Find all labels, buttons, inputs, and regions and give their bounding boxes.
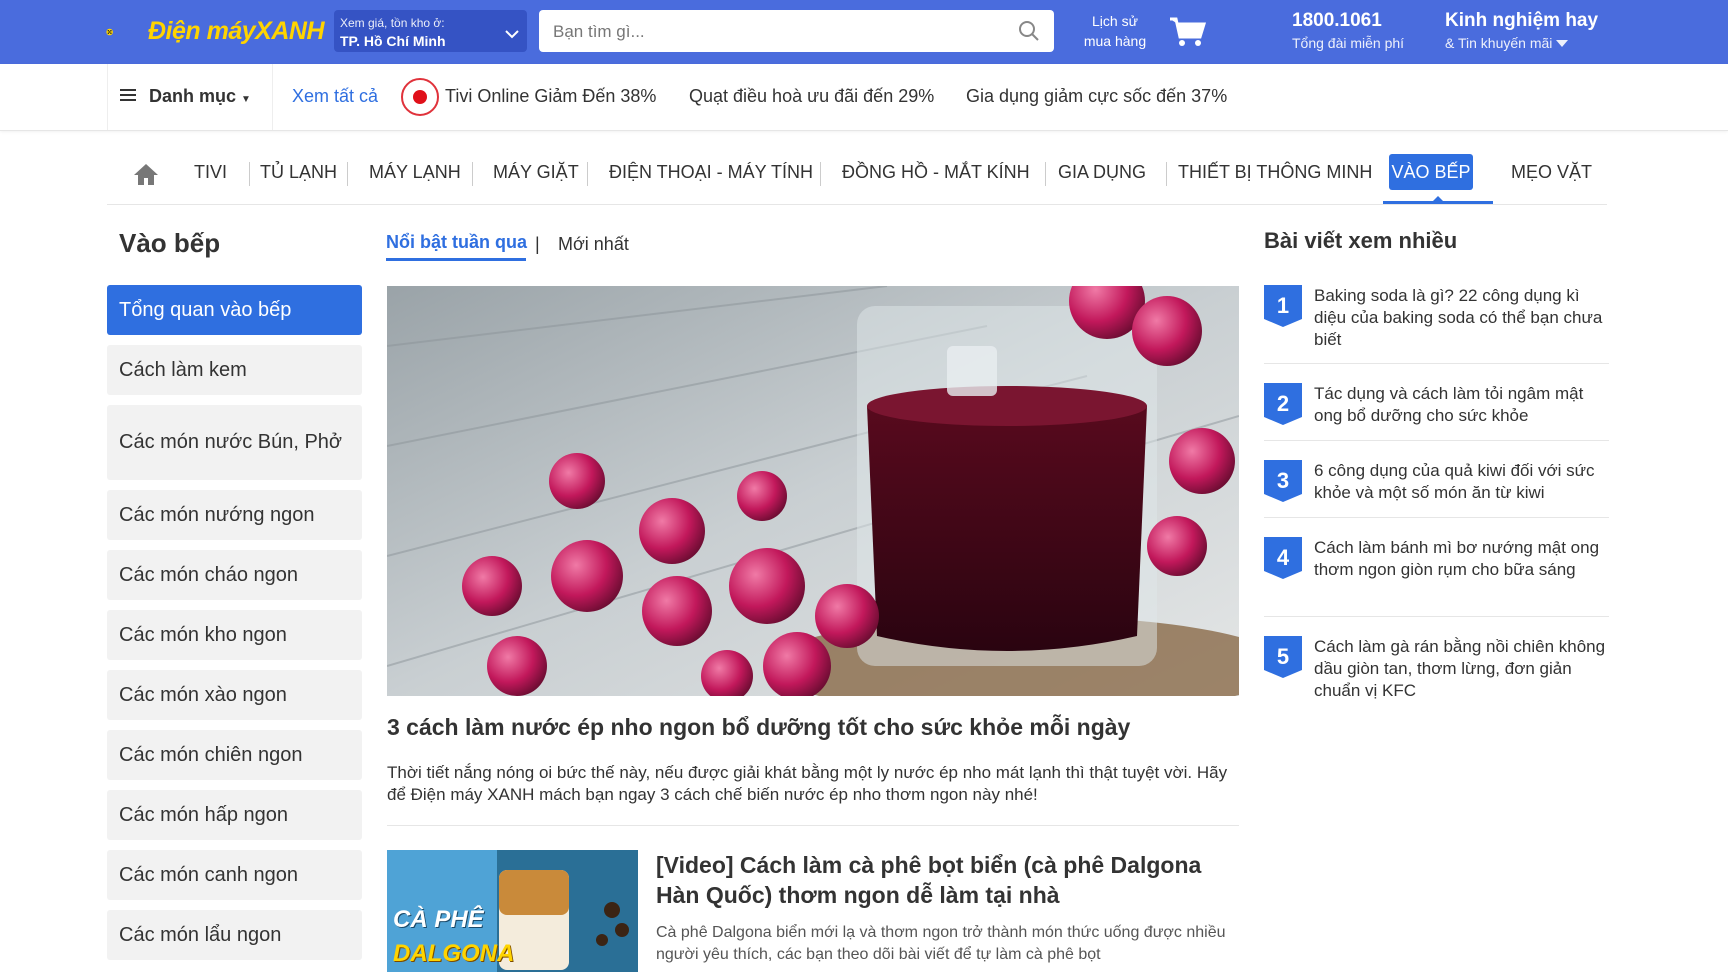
main-article-title[interactable]: 3 cách làm nước ép nho ngon bổ dưỡng tốt… [387,714,1130,741]
category-menu-label: Danh mục ▼ [149,86,251,106]
promo-link-1[interactable]: Tivi Online Giảm Đến 38% [445,86,656,107]
popular-title: Bài viết xem nhiều [1264,228,1458,253]
grape-juice-illustration [387,286,1239,696]
sidebar-item-soup[interactable]: Các món canh ngon [107,850,362,900]
rank-badge-icon: 3 [1264,460,1302,502]
sidebar-title: Vào bếp [119,228,221,258]
rank-badge-icon: 5 [1264,636,1302,678]
rank-number: 5 [1277,644,1289,669]
sidebar-item-noodle-soup[interactable]: Các món nước Bún, Phở [107,405,362,480]
second-article-thumbnail[interactable]: CÀ PHÊ DALGONA [387,850,638,972]
menu-icon [120,89,136,101]
search-box[interactable] [539,10,1054,54]
see-all-link[interactable]: Xem tất cả [292,86,378,107]
order-history-link[interactable]: Lịch sử mua hàng [1080,11,1150,51]
rank-number: 3 [1277,468,1289,493]
sidebar-item-fried[interactable]: Các món chiên ngon [107,730,362,780]
rank-badge-icon: 2 [1264,383,1302,425]
logo-text[interactable]: Điện máyXANH [148,17,325,46]
popular-item-text[interactable]: Baking soda là gì? 22 công dụng kì diệu … [1314,285,1609,351]
hotline[interactable]: 1800.1061 Tổng đài miễn phí [1292,10,1404,51]
promo-link-2[interactable]: Quạt điều hoà ưu đãi đến 29% [689,86,934,107]
tab-separator: | [535,234,540,254]
sidebar-item-hotpot[interactable]: Các món lẩu ngon [107,910,362,960]
location-value: TP. Hồ Chí Minh [340,33,446,49]
nav-separator [820,162,821,186]
thumb-text-1: CÀ PHÊ [393,906,484,933]
thumb-text-2: DALGONA [393,940,515,967]
rank-number: 2 [1277,391,1289,416]
nav-dien-thoai[interactable]: ĐIỆN THOẠI - MÁY TÍNH [609,162,813,183]
nav-separator [472,162,473,186]
sidebar-item-porridge[interactable]: Các món cháo ngon [107,550,362,600]
rank-number: 1 [1277,293,1289,318]
rank-badge-icon: 1 [1264,285,1302,327]
nav-separator [1166,162,1167,186]
nav-may-lanh[interactable]: MÁY LẠNH [369,162,461,183]
nav-meo-vat[interactable]: MẸO VẶT [1511,162,1592,183]
location-caption: Xem giá, tồn kho ở: [340,16,445,30]
tab-featured[interactable]: Nổi bật tuần qua [386,232,527,253]
experience-menu[interactable]: Kinh nghiệm hay & Tin khuyến mãi [1445,10,1598,51]
nav-dong-ho[interactable]: ĐỒNG HỒ - MẮT KÍNH [842,162,1030,183]
category-menu-button[interactable]: Danh mục ▼ [107,64,273,130]
popular-divider [1264,363,1609,364]
nav-vao-bep[interactable]: VÀO BẾP [1389,154,1473,190]
nav-separator [1045,162,1046,186]
hotline-caption: Tổng đài miễn phí [1292,35,1405,51]
popular-item-text[interactable]: 6 công dụng của quả kiwi đối với sức khỏ… [1314,460,1609,504]
experience-sub: & Tin khuyến mãi [1445,35,1598,51]
nav-tivi[interactable]: TIVI [194,162,227,183]
rank-badge-icon: 4 [1264,537,1302,579]
search-icon[interactable] [1018,20,1040,42]
caret-down-icon [1556,40,1569,47]
popular-divider [1264,517,1609,518]
popular-item-text[interactable]: Tác dụng và cách làm tỏi ngâm mật ong bổ… [1314,383,1609,427]
popular-divider [1264,616,1609,617]
nav-tu-lanh[interactable]: TỦ LẠNH [260,162,337,183]
sidebar-item-steamed[interactable]: Các món hấp ngon [107,790,362,840]
sidebar-item-overview[interactable]: Tổng quan vào bếp [107,285,362,335]
second-article-summary: Cà phê Dalgona biển mới lạ và thơm ngon … [656,924,1226,963]
popular-item-text[interactable]: Cách làm gà rán bằng nồi chiên không dầu… [1314,636,1609,702]
nav-separator [249,162,250,186]
nav-separator [587,162,588,186]
location-selector[interactable]: Xem giá, tồn kho ở: TP. Hồ Chí Minh [334,10,527,52]
sidebar-item-ice-cream[interactable]: Cách làm kem [107,345,362,395]
promo-link-3[interactable]: Gia dụng giảm cực sốc đến 37% [966,86,1227,107]
history-line1: Lịch sử [1092,13,1138,29]
nav-gia-dung[interactable]: GIA DỤNG [1058,162,1146,183]
nav-active-pointer [1432,196,1444,202]
history-line2: mua hàng [1083,33,1147,49]
second-article-title[interactable]: [Video] Cách làm cà phê bọt biển (cà phê… [656,850,1236,910]
experience-title: Kinh nghiệm hay [1445,10,1599,31]
home-icon[interactable] [133,162,159,186]
nav-separator [347,162,348,186]
tab-latest[interactable]: Mới nhất [558,234,629,255]
sidebar-item-grilled[interactable]: Các món nướng ngon [107,490,362,540]
live-icon [401,78,439,116]
popular-divider [1264,440,1609,441]
search-input[interactable] [551,10,995,54]
sidebar-item-stir-fried[interactable]: Các món xào ngon [107,670,362,720]
nav-thiet-bi-thong-minh[interactable]: THIẾT BỊ THÔNG MINH [1178,162,1372,183]
main-article-image[interactable] [387,286,1239,696]
popular-item-text[interactable]: Cách làm bánh mì bơ nướng mật ong thơm n… [1314,537,1609,581]
hotline-number: 1800.1061 [1292,10,1382,31]
article-divider [387,825,1239,826]
rank-number: 4 [1277,545,1290,570]
nav-may-giat[interactable]: MÁY GIẶT [493,162,579,183]
cart-icon[interactable] [1168,16,1206,48]
logo-icon[interactable] [106,12,146,52]
chevron-down-icon [505,30,519,39]
main-article-summary: Thời tiết nắng nóng oi bức thế này, nếu … [387,763,1228,804]
sidebar-item-braised[interactable]: Các món kho ngon [107,610,362,660]
tab-featured-underline [386,258,526,261]
category-nav: TIVI TỦ LẠNH MÁY LẠNH MÁY GIẶT ĐIỆN THOẠ… [107,150,1607,205]
